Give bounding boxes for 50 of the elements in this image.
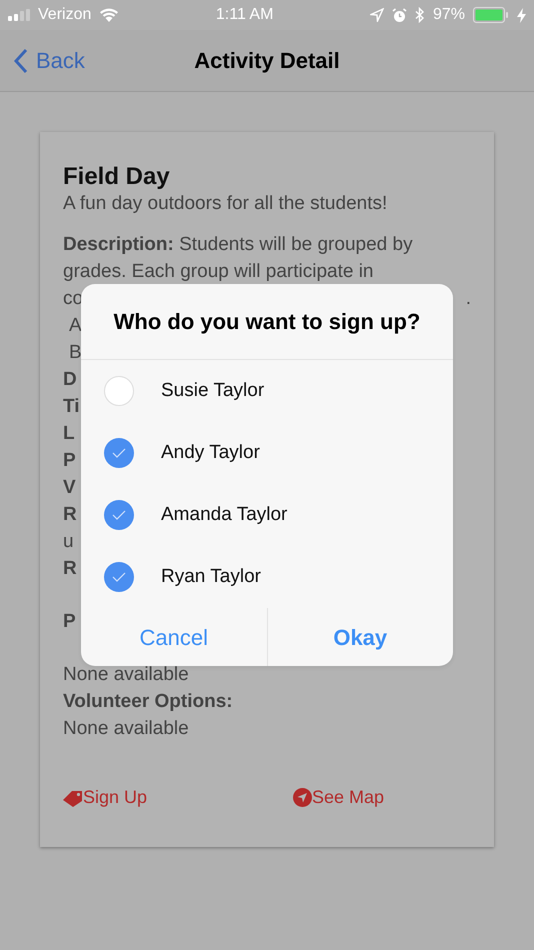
detail-label: D [63,368,77,392]
status-time: 1:11 AM [216,6,274,23]
option-name: Amanda Taylor [161,502,288,527]
checked-circle[interactable] [104,438,134,468]
detail-label: Ti [63,395,80,419]
activity-title: Field Day [63,162,171,192]
detail-text: u [63,530,74,554]
detail-text: B [68,341,82,365]
alarm-clock-icon [392,8,407,22]
back-button[interactable]: Back [10,44,89,77]
detail-label: Volunteer Options: [63,690,233,714]
option-row[interactable]: Amanda Taylor [81,484,453,546]
detail-label: R [63,557,77,581]
detail-text: A [68,314,82,338]
chevron-left-icon [14,48,28,74]
option-row[interactable]: Ryan Taylor [81,546,453,608]
option-name: Andy Taylor [161,440,260,465]
sign-up-link[interactable]: Sign Up [63,784,148,811]
location-arrow-icon [370,8,384,22]
detail-label: R [63,503,77,527]
carrier-name: Verizon [38,5,92,25]
battery-percent: 97% [432,5,465,25]
detail-label: V [63,476,76,500]
detail-text: grades. Each group will participate in [63,260,374,284]
screen-title: Activity Detail [194,47,340,75]
unchecked-circle[interactable] [104,376,134,406]
see-map-link[interactable]: See Map [293,784,384,811]
description-text: Description: Students will be grouped by [63,233,413,257]
tag-icon [63,788,83,806]
option-name: Susie Taylor [161,378,264,403]
detail-label: P [63,610,76,634]
activity-subtitle: A fun day outdoors for all the students! [63,192,388,216]
detail-label: P [63,449,76,473]
checked-circle[interactable] [104,562,134,592]
okay-button[interactable]: Okay [266,608,453,666]
detail-text: . [466,287,471,311]
detail-label: L [63,422,75,446]
cancel-button[interactable]: Cancel [81,608,266,666]
charging-bolt-icon [517,8,526,22]
option-name: Ryan Taylor [161,564,261,589]
battery-icon [473,7,509,23]
wifi-icon [99,8,120,22]
checked-circle[interactable] [104,500,134,530]
option-row[interactable]: Andy Taylor [81,422,453,484]
signal-icon [8,9,30,21]
option-row[interactable]: Susie Taylor [81,360,453,422]
bluetooth-icon [414,7,425,23]
detail-text: None available [63,663,189,687]
dialog-title: Who do you want to sign up? [114,308,420,336]
detail-text: None available [63,717,189,741]
